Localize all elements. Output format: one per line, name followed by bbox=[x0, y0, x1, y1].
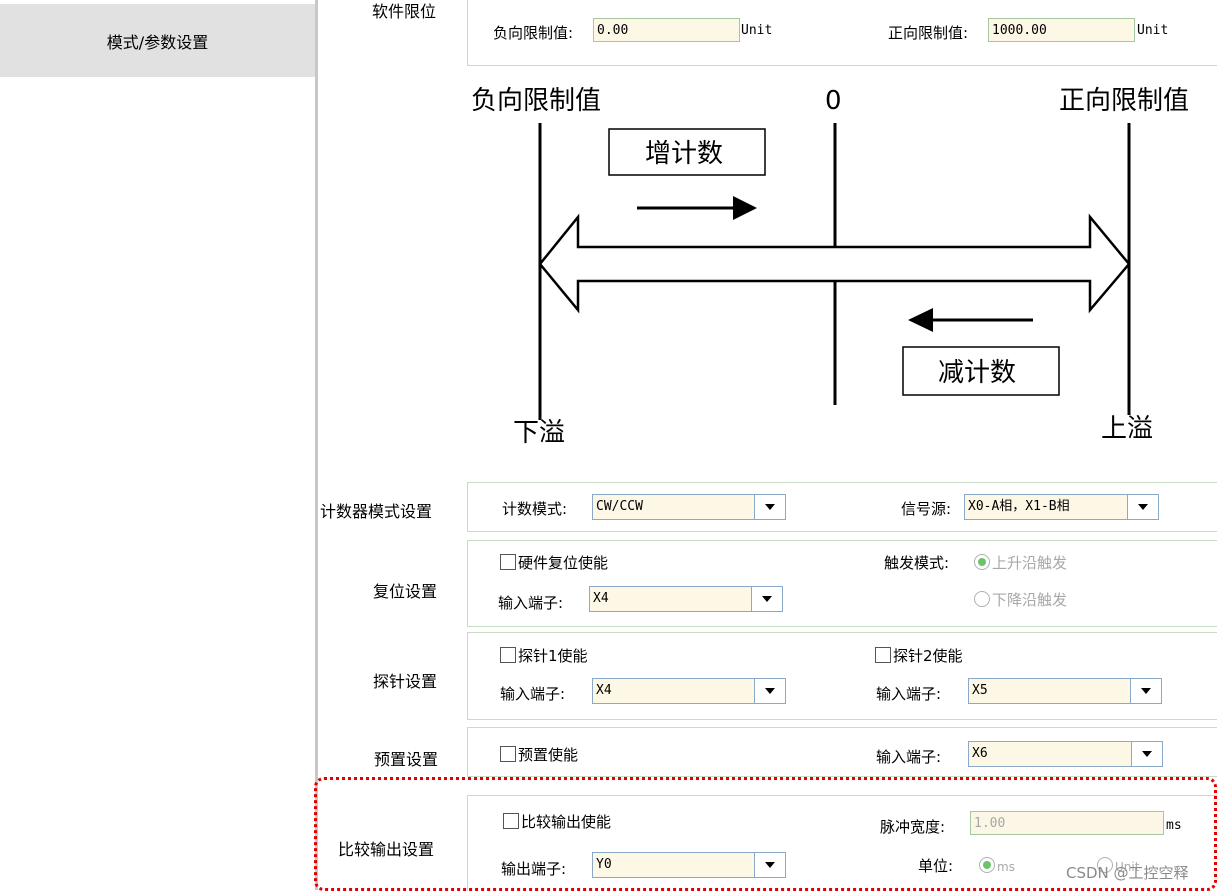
pos-limit-label: 正向限制值: bbox=[888, 24, 969, 42]
probe2-input-value: X5 bbox=[972, 683, 988, 698]
falling-edge-label: 下降沿触发 bbox=[992, 591, 1068, 609]
neg-limit-unit: Unit bbox=[741, 23, 773, 38]
chevron-down-icon[interactable] bbox=[1127, 495, 1158, 519]
rising-edge-label: 上升沿触发 bbox=[992, 554, 1068, 572]
falling-edge-radio[interactable]: 下降沿触发 bbox=[974, 589, 1067, 610]
checkbox-icon[interactable] bbox=[500, 746, 516, 762]
sidebar-divider bbox=[315, 0, 318, 890]
limit-diagram: 负向限制值 0 正向限制值 增计数 减计数 下溢 上溢 bbox=[471, 86, 1189, 448]
count-mode-value: CW/CCW bbox=[596, 499, 643, 514]
hw-reset-label: 硬件复位使能 bbox=[518, 554, 609, 572]
signal-source-select[interactable]: X0-A相，X1-B相 bbox=[964, 494, 1159, 520]
diagram-overflow-label: 上溢 bbox=[1101, 414, 1153, 444]
count-down-arrow-head bbox=[908, 308, 933, 332]
preset-input-value: X6 bbox=[972, 746, 988, 761]
probe1-label: 探针1使能 bbox=[518, 647, 588, 665]
soft-limit-section-label: 软件限位 bbox=[372, 2, 437, 21]
preset-checkbox[interactable]: 预置使能 bbox=[500, 744, 578, 765]
preset-input-select[interactable]: X6 bbox=[968, 741, 1163, 767]
preset-section-label: 预置设置 bbox=[374, 750, 439, 769]
sidebar: 模式/参数设置 bbox=[0, 0, 315, 890]
pos-limit-input[interactable]: 1000.00 bbox=[988, 18, 1135, 42]
count-up-arrow-head bbox=[733, 196, 757, 220]
diagram-count-down-label: 减计数 bbox=[938, 358, 1016, 388]
sidebar-item-label: 模式/参数设置 bbox=[106, 32, 209, 52]
probe1-checkbox[interactable]: 探针1使能 bbox=[500, 645, 588, 666]
radio-selected-icon[interactable] bbox=[974, 554, 990, 570]
signal-source-label: 信号源: bbox=[901, 500, 952, 518]
chevron-down-icon[interactable] bbox=[754, 679, 785, 703]
chevron-down-icon[interactable] bbox=[751, 587, 782, 611]
diagram-count-up-label: 增计数 bbox=[645, 139, 723, 169]
diagram-underflow-label: 下溢 bbox=[513, 418, 565, 448]
hw-reset-checkbox[interactable]: 硬件复位使能 bbox=[500, 552, 608, 573]
probe2-input-select[interactable]: X5 bbox=[968, 678, 1162, 704]
preset-label: 预置使能 bbox=[518, 746, 579, 764]
rising-edge-radio[interactable]: 上升沿触发 bbox=[974, 552, 1067, 573]
probe-section-label: 探针设置 bbox=[373, 672, 438, 691]
reset-input-select[interactable]: X4 bbox=[589, 586, 783, 612]
checkbox-icon[interactable] bbox=[500, 647, 516, 663]
neg-limit-label: 负向限制值: bbox=[493, 24, 574, 42]
reset-input-value: X4 bbox=[593, 591, 609, 606]
reset-section-label: 复位设置 bbox=[373, 582, 438, 601]
radio-icon[interactable] bbox=[974, 591, 990, 607]
diagram-neg-limit-label: 负向限制值 bbox=[471, 86, 601, 116]
chevron-down-icon[interactable] bbox=[1131, 742, 1162, 766]
pos-limit-unit: Unit bbox=[1137, 23, 1169, 38]
sidebar-item-mode-params[interactable]: 模式/参数设置 bbox=[0, 4, 315, 77]
probe1-input-label: 输入端子: bbox=[500, 685, 566, 703]
signal-source-value: X0-A相，X1-B相 bbox=[968, 499, 1070, 514]
probe2-label: 探针2使能 bbox=[893, 647, 963, 665]
diagram-pos-limit-label: 正向限制值 bbox=[1059, 86, 1189, 116]
watermark: CSDN @工控空释 bbox=[1066, 864, 1189, 882]
trigger-mode-label: 触发模式: bbox=[884, 554, 950, 572]
checkbox-icon[interactable] bbox=[875, 647, 891, 663]
preset-input-label: 输入端子: bbox=[876, 748, 942, 766]
probe2-input-label: 输入端子: bbox=[876, 685, 942, 703]
probe1-input-value: X4 bbox=[596, 683, 612, 698]
chevron-down-icon[interactable] bbox=[754, 495, 785, 519]
reset-input-label: 输入端子: bbox=[498, 594, 564, 612]
count-mode-select[interactable]: CW/CCW bbox=[592, 494, 786, 520]
probe1-input-select[interactable]: X4 bbox=[592, 678, 786, 704]
chevron-down-icon[interactable] bbox=[1130, 679, 1161, 703]
neg-limit-input[interactable]: 0.00 bbox=[593, 18, 740, 42]
counter-mode-section-label: 计数器模式设置 bbox=[320, 502, 433, 521]
count-mode-label: 计数模式: bbox=[502, 500, 568, 518]
checkbox-icon[interactable] bbox=[500, 554, 516, 570]
diagram-zero-label: 0 bbox=[825, 86, 842, 116]
probe2-checkbox[interactable]: 探针2使能 bbox=[875, 645, 963, 666]
